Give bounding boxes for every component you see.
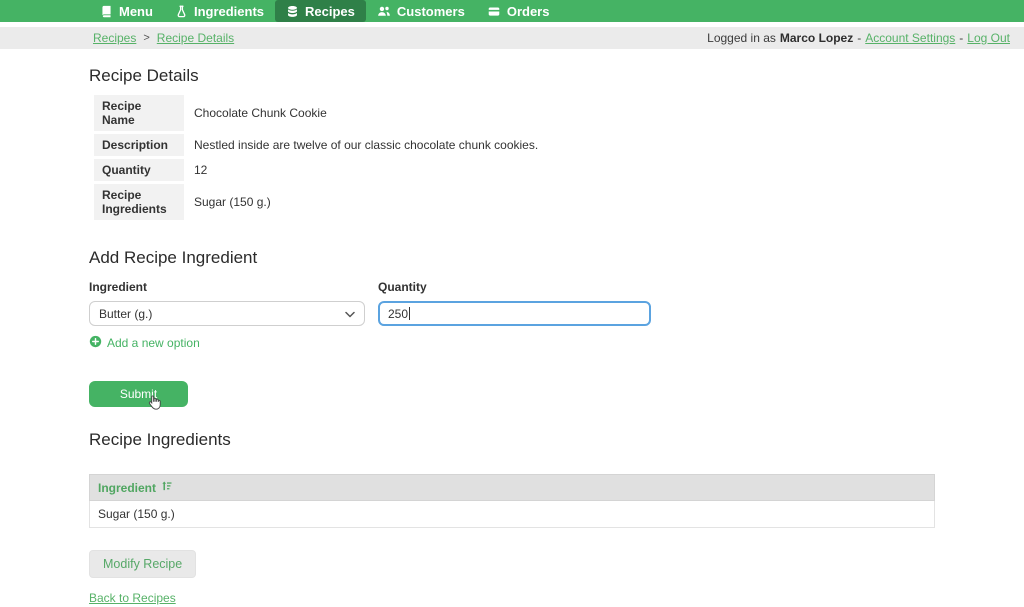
recipe-details-table: Recipe Name Chocolate Chunk Cookie Descr… [94,92,546,223]
submit-button[interactable]: Submit [89,381,188,407]
database-icon [286,5,299,18]
nav-item-menu[interactable]: Menu [89,0,164,22]
credit-card-icon [487,5,501,18]
add-recipe-ingredient-title: Add Recipe Ingredient [89,248,935,268]
text-caret [409,307,410,320]
detail-label: Recipe Ingredients [94,184,184,220]
nav-item-label: Menu [119,4,153,19]
flask-icon [175,5,188,18]
ingredient-select[interactable]: Butter (g.) [89,301,365,326]
table-header-row: Ingredient [90,475,935,501]
nav-item-label: Orders [507,4,550,19]
log-out-link[interactable]: Log Out [967,31,1010,45]
breadcrumb-bar: Recipes > Recipe Details Logged in as Ma… [0,27,1024,49]
add-new-option-label: Add a new option [107,336,200,350]
top-navbar: Menu Ingredients Recipes [0,0,1024,22]
ingredient-header-label: Ingredient [98,481,156,495]
plus-circle-icon [89,335,102,351]
ingredient-cell[interactable]: Sugar (150 g.) [90,501,935,528]
session-info: Logged in as Marco Lopez - Account Setti… [707,31,1010,45]
chevron-down-icon [345,307,355,321]
ingredient-selected-value: Butter (g.) [99,307,152,321]
table-row: Description Nestled inside are twelve of… [94,134,546,156]
detail-label: Quantity [94,159,184,181]
quantity-label: Quantity [378,280,651,294]
add-ingredient-form: Ingredient Butter (g.) [89,280,935,353]
detail-value: 12 [184,159,546,181]
nav-item-recipes[interactable]: Recipes [275,0,366,22]
table-row: Sugar (150 g.) [90,501,935,528]
recipe-details-title: Recipe Details [89,66,935,86]
detail-value: Nestled inside are twelve of our classic… [184,134,546,156]
quantity-input[interactable]: 250 [378,301,651,326]
sort-icon [161,480,173,495]
ingredient-label: Ingredient [89,280,365,294]
account-settings-link[interactable]: Account Settings [865,31,955,45]
detail-value: Sugar (150 g.) [184,184,546,220]
detail-label: Description [94,134,184,156]
logged-in-user: Marco Lopez [780,31,853,45]
nav-item-customers[interactable]: Customers [366,0,476,22]
nav-item-label: Ingredients [194,4,264,19]
recipe-ingredients-title: Recipe Ingredients [89,430,935,450]
detail-value: Chocolate Chunk Cookie [184,95,546,131]
recipe-ingredients-table: Ingredient [89,474,935,528]
quantity-value: 250 [388,307,408,321]
table-row: Quantity 12 [94,159,546,181]
users-icon [377,5,391,18]
nav-item-label: Customers [397,4,465,19]
nav-item-ingredients[interactable]: Ingredients [164,0,275,22]
ingredient-column-header[interactable]: Ingredient [90,475,935,501]
session-separator: - [857,31,861,45]
breadcrumb: Recipes > Recipe Details [93,31,234,45]
breadcrumb-link-recipe-details[interactable]: Recipe Details [157,31,234,45]
session-separator: - [959,31,963,45]
table-row: Recipe Ingredients Sugar (150 g.) [94,184,546,220]
detail-label: Recipe Name [94,95,184,131]
table-row: Recipe Name Chocolate Chunk Cookie [94,95,546,131]
breadcrumb-separator: > [143,32,149,44]
back-to-recipes-link[interactable]: Back to Recipes [89,591,176,605]
book-icon [100,5,113,18]
session-prefix: Logged in as [707,31,776,45]
nav-item-label: Recipes [305,4,355,19]
main-content: Recipe Details Recipe Name Chocolate Chu… [0,49,1024,607]
add-new-option-link[interactable]: Add a new option [89,335,200,351]
modify-recipe-button[interactable]: Modify Recipe [89,550,196,578]
nav-item-orders[interactable]: Orders [476,0,561,22]
breadcrumb-link-recipes[interactable]: Recipes [93,31,136,45]
